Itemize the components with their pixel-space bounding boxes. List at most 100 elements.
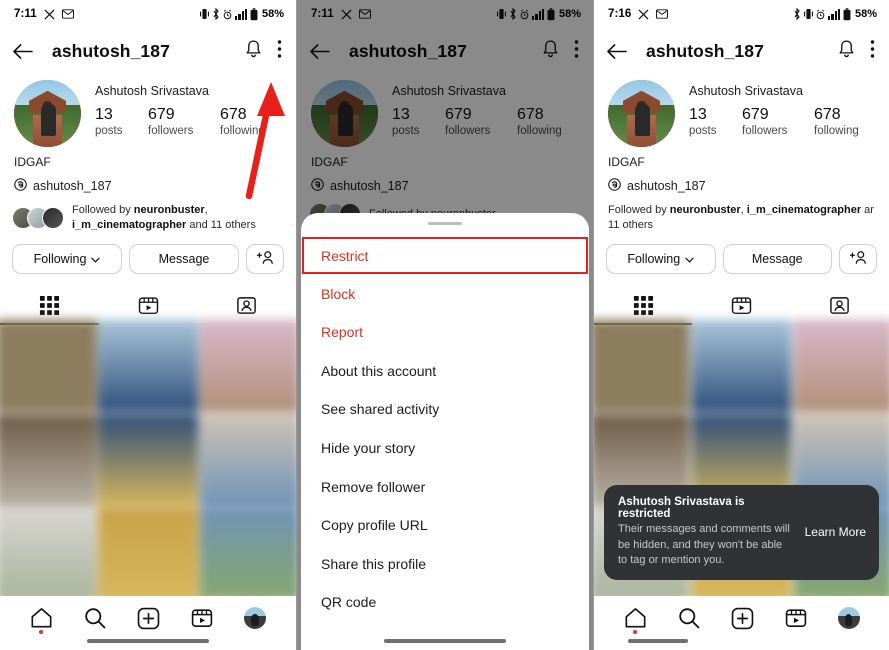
back-arrow-icon[interactable] bbox=[606, 43, 636, 60]
stat-followers-value: 679 bbox=[148, 106, 175, 123]
alarm-icon bbox=[223, 9, 232, 20]
threads-link[interactable]: ashutosh_187 bbox=[0, 169, 296, 194]
tab-reels[interactable] bbox=[99, 288, 198, 324]
grid-cell[interactable] bbox=[0, 507, 97, 601]
menu-item-label: Block bbox=[321, 285, 356, 302]
followed-name-2: i_m_cinematographer bbox=[746, 204, 862, 216]
toast-title: Ashutosh Srivastava is restricted bbox=[618, 496, 745, 521]
stat-followers[interactable]: 679 followers bbox=[742, 106, 814, 139]
followed-name-1: neuronbuster bbox=[669, 204, 741, 216]
message-button[interactable]: Message bbox=[129, 243, 239, 274]
tab-tagged[interactable] bbox=[791, 288, 889, 324]
stat-followers-label: followers bbox=[742, 125, 788, 138]
menu-item-qr-code[interactable]: QR code bbox=[301, 583, 589, 622]
menu-item-hide-your-story[interactable]: Hide your story bbox=[301, 429, 589, 468]
stat-following-value: 678 bbox=[814, 106, 841, 123]
grid-cell[interactable] bbox=[199, 413, 296, 507]
profile-avatar bbox=[244, 607, 267, 629]
menu-item-about-this-account[interactable]: About this account bbox=[301, 352, 589, 391]
grid-cell[interactable] bbox=[594, 319, 690, 412]
threads-link[interactable]: ashutosh_187 bbox=[594, 169, 889, 194]
nav-profile[interactable] bbox=[837, 607, 860, 629]
grid-cell[interactable] bbox=[0, 413, 97, 507]
tab-reels[interactable] bbox=[692, 288, 790, 324]
stat-posts[interactable]: 13 posts bbox=[95, 106, 148, 139]
add-user-button[interactable] bbox=[839, 243, 877, 274]
stat-following-label: following bbox=[220, 125, 265, 138]
menu-item-copy-profile-url[interactable]: Copy profile URL bbox=[301, 506, 589, 545]
followed-by-row[interactable]: Followed by neuronbuster, i_m_cinematogr… bbox=[594, 194, 889, 233]
bell-icon[interactable] bbox=[837, 39, 856, 64]
menu-item-see-shared-activity[interactable]: See shared activity bbox=[301, 390, 589, 429]
more-vertical-icon[interactable] bbox=[870, 39, 875, 64]
stat-following[interactable]: 678 following bbox=[814, 106, 859, 139]
sheet-grabber[interactable] bbox=[428, 222, 462, 226]
grid-icon bbox=[39, 296, 59, 316]
status-bar-left: 7:16 bbox=[608, 8, 669, 20]
menu-item-restrict[interactable]: Restrict bbox=[302, 237, 588, 275]
more-vertical-icon[interactable] bbox=[277, 39, 282, 64]
menu-item-label: Remove follower bbox=[321, 478, 426, 495]
menu-item-block[interactable]: Block bbox=[301, 274, 589, 313]
avatar[interactable] bbox=[608, 80, 675, 147]
menu-item-label: Copy profile URL bbox=[321, 517, 428, 534]
battery-percent: 58% bbox=[854, 8, 877, 20]
threads-handle: ashutosh_187 bbox=[627, 179, 706, 193]
profile-summary: Ashutosh Srivastava 13 posts 679 followe… bbox=[0, 74, 296, 147]
grid-cell[interactable] bbox=[97, 319, 199, 412]
menu-item-report[interactable]: Report bbox=[301, 313, 589, 352]
grid-cell[interactable] bbox=[793, 319, 889, 412]
menu-item-remove-follower[interactable]: Remove follower bbox=[301, 467, 589, 506]
menu-item-label: Share this profile bbox=[321, 555, 427, 572]
following-button[interactable]: Following bbox=[606, 243, 716, 274]
nav-search[interactable] bbox=[84, 607, 106, 629]
followed-prefix: Followed by bbox=[72, 204, 134, 216]
nav-reels[interactable] bbox=[785, 607, 807, 629]
search-icon bbox=[678, 608, 699, 629]
nav-profile[interactable] bbox=[244, 607, 267, 629]
nav-create[interactable] bbox=[731, 607, 754, 630]
grid-cell[interactable] bbox=[199, 507, 296, 601]
learn-more-button[interactable]: Learn More bbox=[801, 525, 866, 539]
profile-summary: Ashutosh Srivastava 13 posts 679 followe… bbox=[594, 74, 889, 147]
nav-create[interactable] bbox=[137, 607, 160, 630]
stat-posts[interactable]: 13 posts bbox=[689, 106, 742, 139]
search-icon bbox=[85, 608, 106, 629]
reels-icon bbox=[731, 297, 752, 315]
threads-handle: ashutosh_187 bbox=[33, 179, 112, 193]
nav-reels[interactable] bbox=[191, 607, 213, 629]
three-panel-screenshot: 7:11 58% ashutosh_187 Ashutosh Srivastav… bbox=[0, 0, 889, 650]
nav-home[interactable] bbox=[624, 607, 647, 634]
home-indicator bbox=[384, 639, 506, 643]
tab-grid[interactable] bbox=[0, 288, 99, 324]
back-arrow-icon[interactable] bbox=[12, 43, 42, 60]
profile-meta: Ashutosh Srivastava 13 posts 679 followe… bbox=[95, 80, 284, 147]
menu-item-label: QR code bbox=[321, 594, 377, 611]
followed-by-row[interactable]: Followed by neuronbuster, i_m_cinematogr… bbox=[0, 194, 296, 233]
nav-search[interactable] bbox=[678, 607, 700, 629]
bluetooth-icon bbox=[793, 8, 801, 20]
grid-cell[interactable] bbox=[0, 319, 97, 412]
menu-item-share-this-profile[interactable]: Share this profile bbox=[301, 545, 589, 584]
grid-cell[interactable] bbox=[97, 507, 199, 601]
profile-stats: 13 posts 679 followers 678 following bbox=[95, 106, 284, 139]
bell-icon[interactable] bbox=[244, 39, 263, 64]
add-user-button[interactable] bbox=[246, 243, 284, 274]
nav-home[interactable] bbox=[30, 607, 53, 634]
header-actions bbox=[837, 39, 877, 64]
grid-cell[interactable] bbox=[97, 413, 199, 507]
stat-following[interactable]: 678 following bbox=[220, 106, 265, 139]
avatar[interactable] bbox=[14, 80, 81, 147]
home-indicator bbox=[87, 639, 209, 643]
following-button[interactable]: Following bbox=[12, 243, 122, 274]
create-icon bbox=[731, 607, 753, 629]
grid-cell[interactable] bbox=[691, 319, 792, 412]
vibrate-icon bbox=[804, 8, 814, 20]
home-icon bbox=[625, 608, 645, 628]
grid-cell[interactable] bbox=[199, 319, 296, 412]
home-notification-dot bbox=[633, 630, 637, 634]
stat-followers[interactable]: 679 followers bbox=[148, 106, 220, 139]
tab-tagged[interactable] bbox=[197, 288, 296, 324]
message-button[interactable]: Message bbox=[722, 243, 832, 274]
tab-grid[interactable] bbox=[594, 288, 692, 324]
